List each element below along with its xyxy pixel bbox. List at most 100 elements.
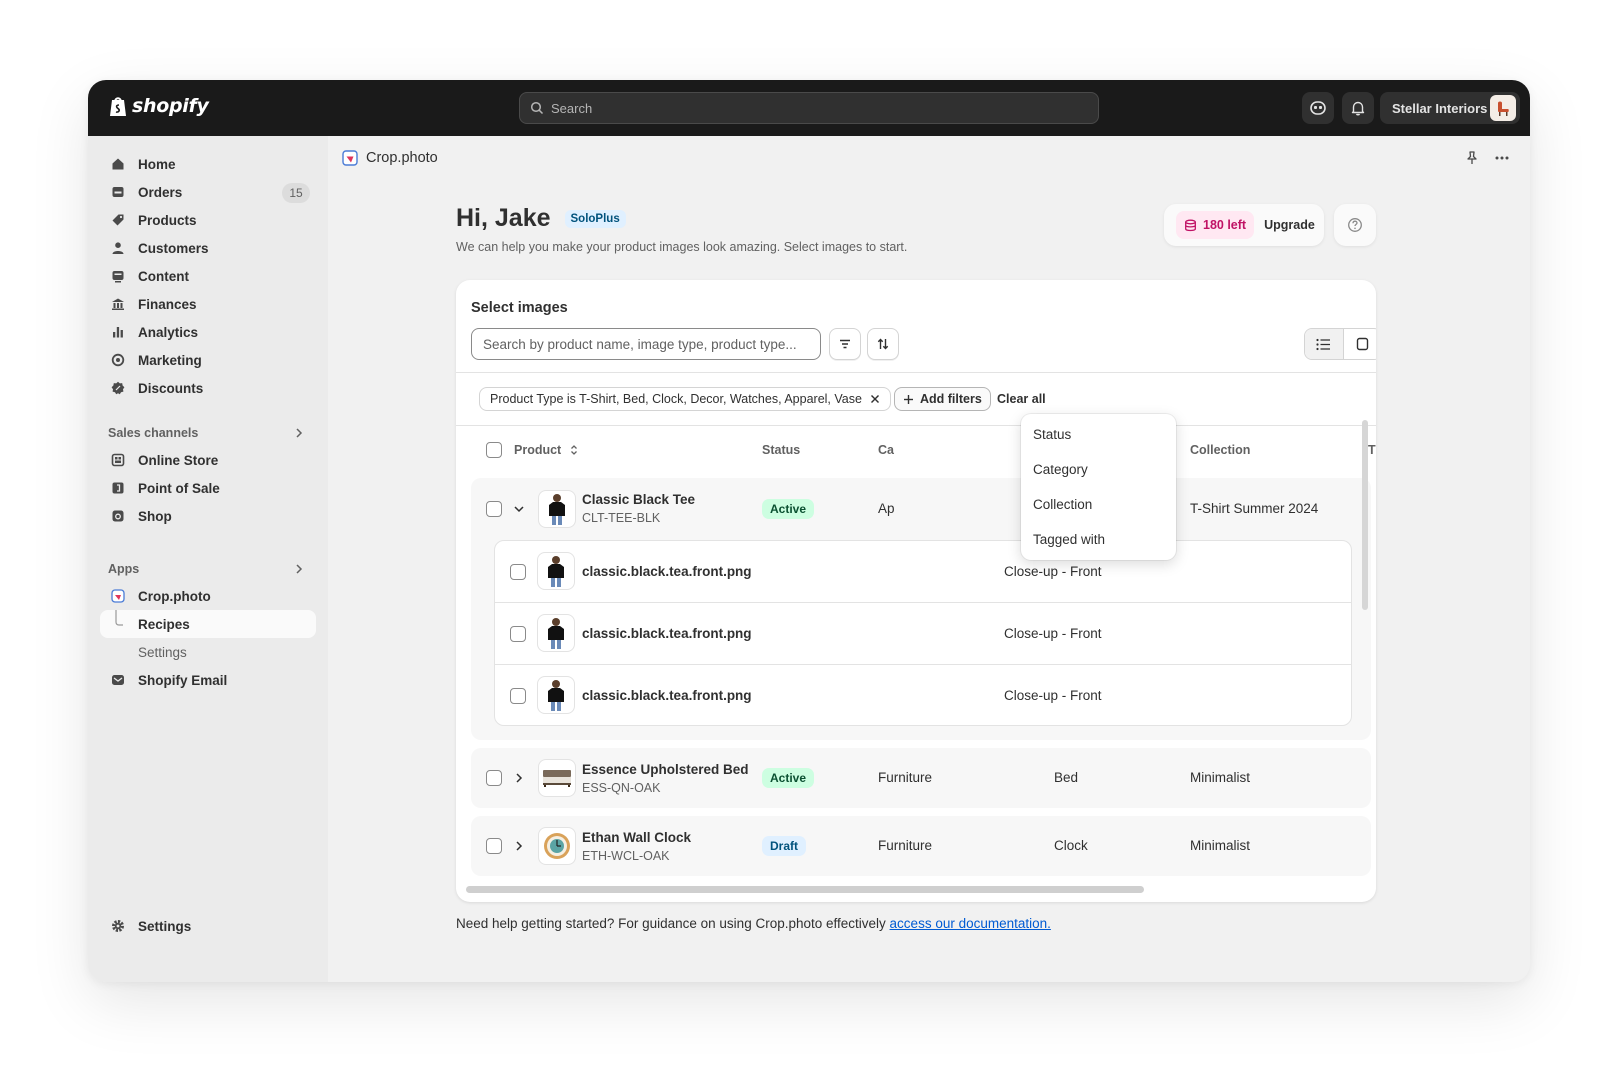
product-type-filter-chip[interactable]: Product Type is T-Shirt, Bed, Clock, Dec… bbox=[479, 387, 891, 411]
image-checkbox[interactable] bbox=[510, 626, 526, 642]
sidebar-item-finances[interactable]: Finances bbox=[100, 290, 316, 318]
tag-icon bbox=[110, 212, 126, 228]
filter-menu-item-tagged-with[interactable]: Tagged with bbox=[1033, 532, 1105, 547]
sidebar-item-label: Discounts bbox=[138, 380, 204, 396]
product-type-cell: Clock bbox=[1054, 838, 1088, 853]
more-horizontal-icon[interactable] bbox=[1494, 150, 1510, 166]
sidebar-item-home[interactable]: Home bbox=[100, 150, 316, 178]
select-all-checkbox[interactable] bbox=[486, 442, 502, 458]
product-sku: ESS-QN-OAK bbox=[582, 781, 661, 795]
product-thumbnail bbox=[538, 490, 576, 528]
image-checkbox[interactable] bbox=[510, 688, 526, 704]
add-filter-menu: Status Category Collection Tagged with bbox=[1021, 414, 1176, 560]
image-search-input[interactable] bbox=[483, 336, 809, 352]
help-button[interactable] bbox=[1334, 204, 1376, 246]
row-checkbox[interactable] bbox=[486, 770, 502, 786]
sidebar: Home Orders 15 Products Customers Conten… bbox=[88, 136, 328, 982]
product-thumbnail bbox=[538, 827, 576, 865]
status-badge: Active bbox=[762, 768, 815, 788]
image-thumbnail bbox=[537, 614, 575, 652]
global-search[interactable] bbox=[519, 92, 1099, 124]
sort-button[interactable] bbox=[867, 328, 899, 360]
sidebar-item-app-settings[interactable]: Settings bbox=[100, 638, 316, 666]
row-checkbox[interactable] bbox=[486, 501, 502, 517]
sidebar-item-content[interactable]: Content bbox=[100, 262, 316, 290]
store-menu-button[interactable]: Stellar Interiors bbox=[1380, 92, 1520, 124]
pin-icon[interactable] bbox=[1464, 150, 1480, 166]
image-checkbox[interactable] bbox=[510, 564, 526, 580]
image-file-name[interactable]: classic.black.tea.front.png bbox=[582, 626, 752, 641]
apps-chevron-right-icon[interactable] bbox=[292, 562, 306, 576]
shopify-logo[interactable]: shopify bbox=[108, 94, 209, 118]
filter-menu-item-collection[interactable]: Collection bbox=[1033, 497, 1092, 512]
image-search-field[interactable] bbox=[471, 328, 821, 360]
global-search-input[interactable] bbox=[551, 100, 1051, 116]
filter-menu-item-status[interactable]: Status bbox=[1033, 427, 1071, 442]
horizontal-scrollbar[interactable] bbox=[466, 886, 1144, 893]
collection-cell: Minimalist bbox=[1190, 838, 1251, 853]
chevron-right-icon[interactable] bbox=[512, 771, 526, 785]
sidebar-item-products[interactable]: Products bbox=[100, 206, 316, 234]
sidebar-item-customers[interactable]: Customers bbox=[100, 234, 316, 262]
product-sku: ETH-WCL-OAK bbox=[582, 849, 670, 863]
sidebar-item-shopify-email[interactable]: Shopify Email bbox=[100, 666, 316, 694]
bed-image bbox=[543, 770, 571, 787]
list-icon bbox=[1316, 338, 1331, 350]
sidebar-item-shop[interactable]: Shop bbox=[100, 502, 316, 530]
status-badge: Active bbox=[762, 499, 815, 519]
sidebar-item-label: Online Store bbox=[138, 452, 219, 468]
filter-button[interactable] bbox=[829, 328, 861, 360]
app-title-bar: Crop.photo bbox=[342, 150, 438, 166]
filter-menu-item-category[interactable]: Category bbox=[1033, 462, 1088, 477]
sidebar-item-analytics[interactable]: Analytics bbox=[100, 318, 316, 346]
image-file-name[interactable]: classic.black.tea.front.png bbox=[582, 688, 752, 703]
sidebar-item-settings[interactable]: Settings bbox=[100, 912, 316, 940]
add-filters-button[interactable]: Add filters bbox=[894, 387, 991, 411]
sidebar-item-marketing[interactable]: Marketing bbox=[100, 346, 316, 374]
product-name[interactable]: Ethan Wall Clock bbox=[582, 830, 691, 845]
documentation-link[interactable]: access our documentation. bbox=[890, 916, 1051, 931]
app-actions bbox=[1464, 150, 1510, 166]
greeting: Hi, Jake SoloPlus bbox=[456, 204, 626, 233]
upgrade-button[interactable]: Upgrade bbox=[1264, 218, 1315, 232]
credits-remaining: 180 left bbox=[1203, 218, 1247, 232]
list-view-button[interactable] bbox=[1305, 329, 1344, 359]
grid-view-button[interactable] bbox=[1344, 329, 1377, 359]
notifications-button[interactable] bbox=[1342, 92, 1374, 124]
product-name[interactable]: Classic Black Tee bbox=[582, 492, 695, 507]
sidebar-item-orders[interactable]: Orders 15 bbox=[100, 178, 316, 206]
page-subtitle: We can help you make your product images… bbox=[456, 240, 908, 254]
product-name[interactable]: Essence Upholstered Bed bbox=[582, 762, 749, 777]
sidebar-item-label: Marketing bbox=[138, 352, 202, 368]
bell-icon bbox=[1351, 101, 1365, 116]
select-images-card: Select images Product Type is T-Shi bbox=[456, 280, 1376, 902]
sidebar-item-label: Products bbox=[138, 212, 197, 228]
clear-all-button[interactable]: Clear all bbox=[997, 392, 1046, 406]
image-type: Close-up - Front bbox=[1004, 564, 1102, 579]
pos-icon bbox=[110, 480, 126, 496]
sidebar-item-label: Shopify Email bbox=[138, 672, 228, 688]
column-header-product[interactable]: Product bbox=[514, 443, 579, 457]
plan-badge: SoloPlus bbox=[564, 209, 626, 228]
category-cell: Furniture bbox=[878, 770, 933, 785]
sidebar-item-crop-photo[interactable]: Crop.photo bbox=[100, 582, 316, 610]
chevron-down-icon[interactable] bbox=[512, 502, 526, 516]
tshirt-model-image bbox=[548, 618, 564, 649]
row-checkbox[interactable] bbox=[486, 838, 502, 854]
sidebar-item-label: Settings bbox=[138, 918, 192, 934]
chevron-right-icon[interactable] bbox=[512, 839, 526, 853]
home-icon bbox=[110, 156, 126, 172]
close-icon[interactable] bbox=[870, 394, 880, 404]
sidebar-item-label: Customers bbox=[138, 240, 209, 256]
image-file-name[interactable]: classic.black.tea.front.png bbox=[582, 564, 752, 579]
sidekick-button[interactable] bbox=[1302, 92, 1334, 124]
sidebar-item-online-store[interactable]: Online Store bbox=[100, 446, 316, 474]
help-text: Need help getting started? For guidance … bbox=[456, 916, 886, 931]
sidebar-item-recipes[interactable]: Recipes bbox=[100, 610, 316, 638]
add-filters-label: Add filters bbox=[920, 392, 982, 406]
vertical-scrollbar[interactable] bbox=[1362, 420, 1368, 610]
sidebar-item-discounts[interactable]: Discounts bbox=[100, 374, 316, 402]
sales-channels-chevron-right-icon[interactable] bbox=[292, 426, 306, 440]
sidebar-item-point-of-sale[interactable]: Point of Sale bbox=[100, 474, 316, 502]
tshirt-model-image bbox=[549, 494, 565, 525]
